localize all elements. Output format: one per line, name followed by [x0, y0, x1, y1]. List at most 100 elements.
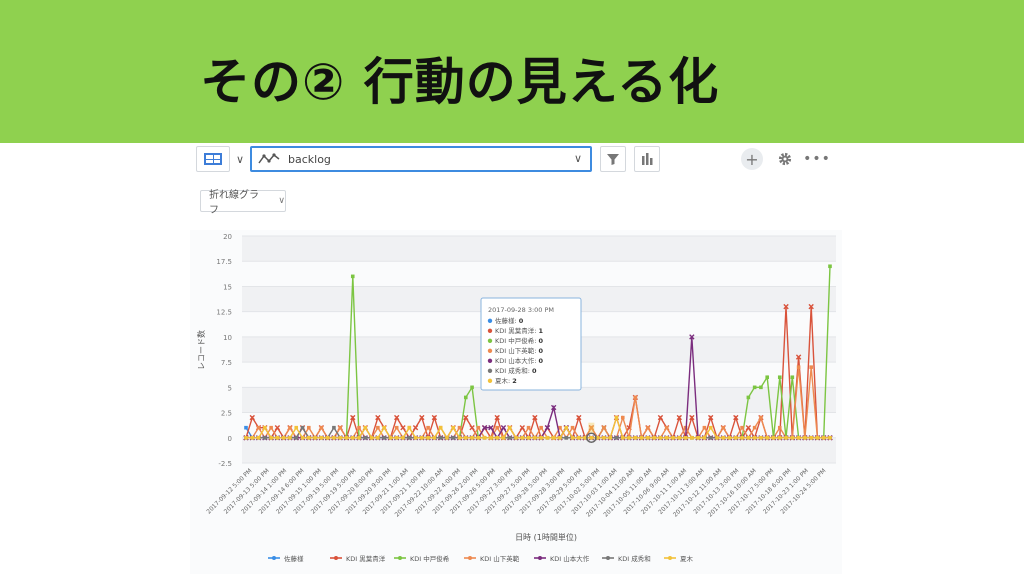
grid-band — [242, 236, 836, 262]
data-point — [620, 415, 625, 420]
data-point — [715, 435, 719, 440]
data-point — [734, 435, 738, 440]
data-point — [589, 435, 594, 440]
filter-icon — [607, 154, 619, 165]
line-chart: 20 17.5 15 12.5 10 7.5 5 2.5 0 -2.5 レコード数 2017-09-2… — [190, 230, 842, 574]
data-point — [759, 385, 763, 390]
data-point — [614, 415, 619, 420]
data-point — [451, 435, 456, 440]
data-point — [338, 435, 342, 440]
legend-item: KDI 山本大作 — [550, 554, 590, 563]
chart-type-select[interactable]: 折れ線グラフ ∨ — [200, 190, 286, 216]
data-point — [671, 435, 675, 440]
data-point — [363, 435, 368, 440]
data-point — [551, 435, 556, 440]
data-point — [382, 435, 386, 440]
y-tick-label: 5 — [228, 384, 232, 392]
data-point — [420, 435, 424, 440]
data-point — [815, 435, 820, 440]
tooltip-row-value: 0 — [532, 367, 537, 375]
bar-chart-button[interactable] — [634, 146, 660, 172]
data-point — [828, 435, 832, 440]
tooltip-title: 2017-09-28 3:00 PM — [488, 306, 554, 314]
data-point — [457, 425, 462, 430]
data-point — [250, 435, 255, 440]
tooltip-row-label: 佐藤様: 0 — [495, 316, 524, 325]
data-point — [828, 264, 832, 269]
data-point — [614, 435, 619, 440]
data-point — [746, 395, 751, 400]
data-point — [658, 435, 663, 440]
data-point — [777, 435, 782, 440]
plus-icon: + — [745, 149, 759, 169]
data-point — [269, 425, 273, 430]
data-point — [727, 435, 732, 440]
data-point — [369, 435, 374, 440]
tooltip-marker — [487, 348, 493, 353]
data-point — [470, 385, 474, 390]
more-options-button[interactable]: ••• — [803, 146, 830, 172]
view-dropdown-button[interactable]: ∨ — [232, 146, 248, 172]
add-button[interactable]: + — [741, 148, 763, 170]
data-point — [796, 365, 801, 369]
data-point — [696, 435, 700, 440]
data-point — [507, 425, 512, 430]
search-select[interactable]: backlog ∨ — [250, 146, 592, 172]
data-point — [463, 435, 468, 440]
data-point — [784, 435, 788, 440]
data-point — [809, 435, 813, 440]
y-tick-label: 2.5 — [221, 410, 232, 418]
data-point — [306, 435, 311, 440]
data-point — [388, 435, 393, 440]
data-point — [577, 435, 581, 440]
data-point — [495, 425, 499, 430]
data-point — [394, 435, 399, 440]
legend-item: KDI 中戸俊希 — [410, 554, 450, 563]
tooltip-row-label: KDI 山下英範: 0 — [495, 346, 544, 355]
tooltip-marker — [487, 338, 493, 343]
data-point — [602, 425, 606, 430]
data-point — [752, 425, 757, 430]
table-view-button[interactable] — [196, 146, 230, 172]
data-point — [564, 435, 569, 440]
data-point — [526, 425, 531, 430]
data-point — [533, 435, 537, 440]
data-point — [300, 425, 305, 430]
legend-marker — [538, 556, 542, 560]
data-point — [570, 435, 575, 440]
tooltip-marker — [487, 328, 493, 333]
settings-button[interactable] — [774, 146, 796, 172]
data-point — [752, 385, 757, 390]
data-point — [608, 435, 613, 440]
tooltip-row-label: KDI 成秀和: 0 — [495, 366, 537, 375]
data-point — [463, 395, 468, 400]
x-axis-label: 日時 (1時間単位) — [515, 532, 577, 542]
data-point — [445, 435, 449, 440]
data-point — [777, 375, 782, 380]
legend-marker — [668, 556, 672, 560]
data-point — [633, 435, 638, 440]
data-point — [677, 435, 682, 440]
data-point — [627, 435, 631, 440]
legend-marker — [606, 556, 610, 560]
data-point — [646, 435, 650, 440]
data-point — [338, 425, 342, 430]
data-point — [639, 435, 644, 440]
data-point — [752, 435, 757, 440]
chart-type-value: 折れ線グラフ — [209, 190, 259, 216]
chevron-down-icon: ∨ — [573, 152, 582, 165]
tooltip-row-value: 0 — [539, 357, 544, 365]
filter-button[interactable] — [600, 146, 626, 172]
data-point — [470, 435, 474, 440]
data-point — [275, 435, 280, 440]
data-point — [702, 425, 707, 430]
data-point — [495, 435, 499, 440]
tooltip-marker — [487, 358, 493, 363]
legend-item: KDI 成秀和 — [618, 554, 651, 563]
data-point — [256, 435, 261, 440]
data-point — [407, 435, 412, 440]
data-point — [771, 435, 776, 440]
data-point — [344, 435, 349, 440]
data-point — [740, 425, 744, 430]
data-point — [476, 425, 481, 430]
